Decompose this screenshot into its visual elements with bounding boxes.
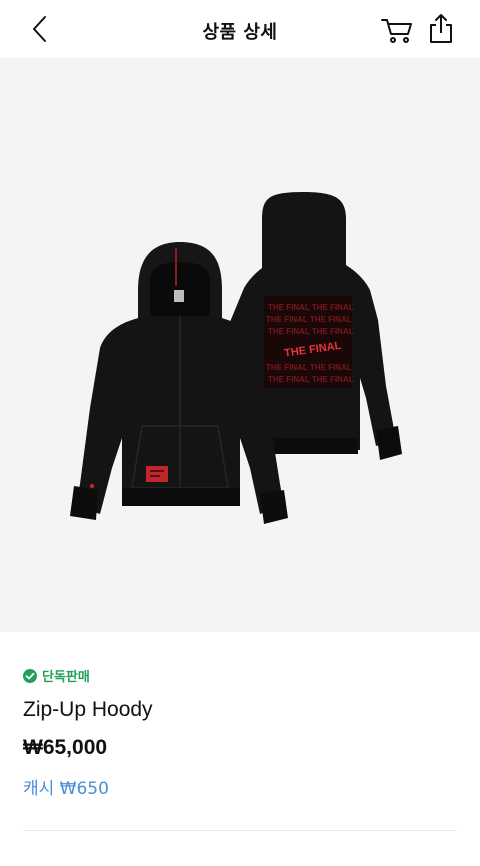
exclusive-badge: 단독판매: [23, 666, 90, 685]
product-name: Zip-Up Hoody: [23, 698, 153, 721]
top-nav: 상품 상세: [0, 0, 480, 58]
share-button[interactable]: [428, 13, 454, 45]
product-info: 단독판매 Zip-Up Hoody ₩65,000 캐시 ₩650: [0, 632, 480, 866]
product-image[interactable]: THE FINAL THE FINAL THE FINAL THE FINAL …: [0, 58, 480, 632]
badge-label: 단독판매: [42, 670, 90, 685]
cart-button[interactable]: [380, 16, 414, 44]
divider: [23, 830, 457, 831]
cart-icon: [381, 19, 412, 43]
product-price: ₩65,000: [23, 736, 108, 759]
svg-text:THE FINAL THE FINAL: THE FINAL THE FINAL: [266, 363, 352, 372]
hoodie-illustration: THE FINAL THE FINAL THE FINAL THE FINAL …: [70, 192, 402, 524]
svg-text:THE FINAL THE FINAL: THE FINAL THE FINAL: [268, 327, 354, 336]
svg-text:THE FINAL THE FINAL: THE FINAL THE FINAL: [268, 303, 354, 312]
check-circle-icon: [23, 668, 37, 683]
svg-text:THE FINAL THE FINAL: THE FINAL THE FINAL: [268, 375, 354, 384]
svg-text:THE FINAL THE FINAL: THE FINAL THE FINAL: [266, 315, 352, 324]
share-icon: [430, 14, 452, 43]
cash-reward: 캐시 ₩650: [23, 779, 109, 799]
